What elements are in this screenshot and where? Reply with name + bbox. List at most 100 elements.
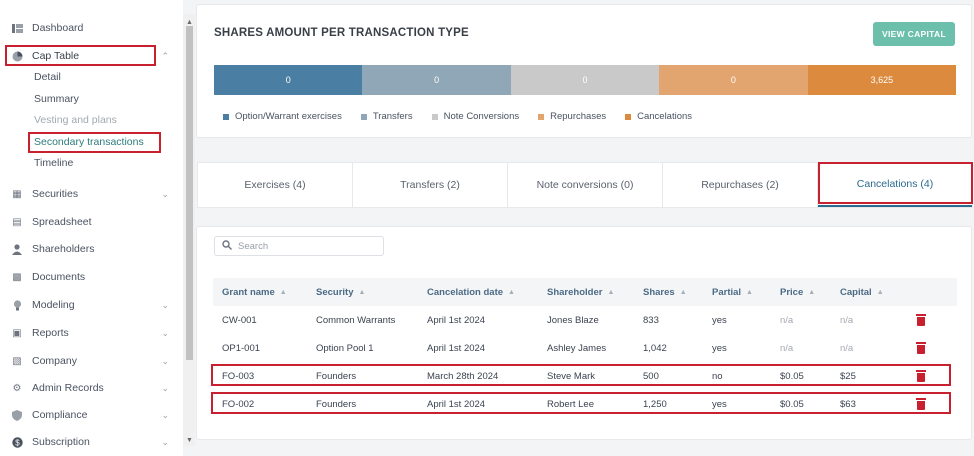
bar-segment-repurchases: 0 <box>659 65 808 95</box>
highlight-box <box>818 162 973 204</box>
bar-legend: Option/Warrant exercises Transfers Note … <box>223 111 692 122</box>
sidebar-item-shareholders[interactable]: Shareholders <box>0 239 183 259</box>
cell-partial: yes <box>712 342 727 354</box>
sidebar-item-admin-records[interactable]: ⚙ Admin Records ⌄ <box>0 378 183 398</box>
sidebar-item-subscription[interactable]: $ Subscription ⌄ <box>0 432 183 452</box>
highlight-box <box>28 132 161 153</box>
sidebar-item-label: Reports <box>32 327 69 339</box>
legend-label: Transfers <box>372 111 413 122</box>
legend-label: Note Conversions <box>443 111 520 122</box>
sidebar-item-company[interactable]: ▧ Company ⌄ <box>0 351 183 371</box>
building-icon: ▧ <box>12 355 22 367</box>
sidebar-item-label: Documents <box>32 271 86 283</box>
sidebar-subitem-summary[interactable]: Summary <box>34 93 79 105</box>
search-icon <box>222 239 232 253</box>
tab-note-conversions[interactable]: Note conversions (0) <box>508 163 663 207</box>
sort-icon: ▲︎ <box>508 288 515 296</box>
bar-segment-note-conversions: 0 <box>510 65 660 95</box>
sort-icon: ▲︎ <box>679 288 687 296</box>
shield-icon <box>11 409 23 421</box>
chevron-down-icon[interactable]: ⌄ <box>161 328 169 339</box>
sort-icon: ▲︎ <box>279 288 287 296</box>
chevron-down-icon[interactable]: ⌄ <box>161 189 169 200</box>
tab-repurchases[interactable]: Repurchases (2) <box>663 163 818 207</box>
column-header-capital[interactable]: Capital ▲︎ <box>840 278 884 306</box>
sidebar-item-spreadsheet[interactable]: ▤ Spreadsheet <box>0 212 183 232</box>
column-header-price[interactable]: Price ▲︎ <box>780 278 815 306</box>
sidebar-subitem-vesting[interactable]: Vesting and plans <box>34 114 117 126</box>
chevron-up-icon[interactable]: ⌃ <box>161 51 169 62</box>
sidebar-item-reports[interactable]: ▣ Reports ⌄ <box>0 323 183 343</box>
table-row: OP1-001 Option Pool 1 April 1st 2024 Ash… <box>213 334 957 362</box>
search-input[interactable]: Search <box>214 236 384 256</box>
scrollbar-thumb[interactable] <box>186 26 193 360</box>
highlight-box <box>5 45 156 66</box>
sidebar-item-label: Modeling <box>32 299 75 311</box>
sidebar-item-label: Compliance <box>32 409 88 421</box>
column-header-shares[interactable]: Shares ▲︎ <box>643 278 687 306</box>
legend-swatch <box>360 113 367 120</box>
document-icon: ▩ <box>12 271 22 283</box>
sidebar-item-label: Company <box>32 355 77 367</box>
cell-cancelation-date: April 1st 2024 <box>427 342 486 354</box>
scroll-down-icon[interactable]: ▼ <box>185 436 194 445</box>
cell-partial: yes <box>712 314 727 326</box>
sidebar-item-label: Spreadsheet <box>32 216 92 228</box>
search-placeholder: Search <box>238 240 269 252</box>
sidebar-item-compliance[interactable]: Compliance ⌄ <box>0 405 183 425</box>
bar-segment-transfers: 0 <box>362 65 511 95</box>
column-header-partial[interactable]: Partial ▲︎ <box>712 278 753 306</box>
sidebar-item-label: Securities <box>32 188 79 200</box>
legend-label: Repurchases <box>550 111 607 122</box>
column-header-cancelation-date[interactable]: Cancelation date ▲︎ <box>427 278 515 306</box>
legend-swatch <box>625 113 632 120</box>
sidebar-item-label: Subscription <box>32 436 90 448</box>
column-header-shareholder[interactable]: Shareholder ▲︎ <box>547 278 614 306</box>
cell-security: Common Warrants <box>316 314 396 326</box>
sidebar-item-modeling[interactable]: Modeling ⌄ <box>0 295 183 315</box>
sidebar-item-label: Admin Records <box>32 382 104 394</box>
legend-swatch <box>223 113 229 120</box>
cell-capital: n/a <box>840 314 854 326</box>
sidebar-item-dashboard[interactable]: Dashboard <box>0 18 183 38</box>
column-header-grant-name[interactable]: Grant name ▲︎ <box>222 278 287 306</box>
sidebar: Dashboard Cap Table ⌃ Detail Summary Ves… <box>0 0 183 456</box>
cell-shares: 833 <box>643 314 659 326</box>
sidebar-item-label: Shareholders <box>32 243 95 255</box>
chevron-down-icon[interactable]: ⌄ <box>161 300 169 311</box>
legend-label: Cancelations <box>637 111 693 122</box>
legend-label: Option/Warrant exercises <box>235 111 342 122</box>
sidebar-subitem-timeline[interactable]: Timeline <box>34 157 73 169</box>
legend-item: Transfers <box>360 111 413 122</box>
highlight-box <box>211 392 951 414</box>
trash-icon[interactable] <box>916 314 926 326</box>
admin-icon: ⚙ <box>12 382 22 394</box>
tab-exercises[interactable]: Exercises (4) <box>198 163 353 207</box>
chevron-down-icon[interactable]: ⌄ <box>161 410 169 421</box>
sort-icon: ▲︎ <box>876 288 884 296</box>
chevron-down-icon[interactable]: ⌄ <box>161 437 169 448</box>
sidebar-subitem-detail[interactable]: Detail <box>34 71 61 83</box>
chevron-down-icon[interactable]: ⌄ <box>161 383 169 394</box>
table-row: CW-001 Common Warrants April 1st 2024 Jo… <box>213 306 957 334</box>
cell-security: Option Pool 1 <box>316 342 374 354</box>
cell-capital: n/a <box>840 342 854 354</box>
sidebar-item-securities[interactable]: ▦ Securities ⌄ <box>0 184 183 204</box>
trash-icon[interactable] <box>916 342 926 354</box>
reports-icon: ▣ <box>12 327 22 339</box>
legend-item: Option/Warrant exercises <box>223 111 342 122</box>
bar-segment-exercises: 0 <box>214 65 363 95</box>
sidebar-item-documents[interactable]: ▩ Documents <box>0 267 183 287</box>
sort-icon: ▲︎ <box>746 288 753 296</box>
legend-swatch <box>538 113 545 120</box>
lightbulb-icon <box>11 299 23 311</box>
transaction-type-bar: 0 0 0 0 3,625 <box>214 65 957 95</box>
tab-transfers[interactable]: Transfers (2) <box>353 163 508 207</box>
chevron-down-icon[interactable]: ⌄ <box>161 356 169 367</box>
dollar-icon: $ <box>11 436 23 448</box>
cell-shares: 1,042 <box>643 342 667 354</box>
sort-icon: ▲︎ <box>808 288 816 296</box>
column-header-security[interactable]: Security ▲︎ <box>316 278 365 306</box>
view-capital-button[interactable]: VIEW CAPITAL <box>873 22 955 46</box>
person-icon <box>11 243 23 255</box>
